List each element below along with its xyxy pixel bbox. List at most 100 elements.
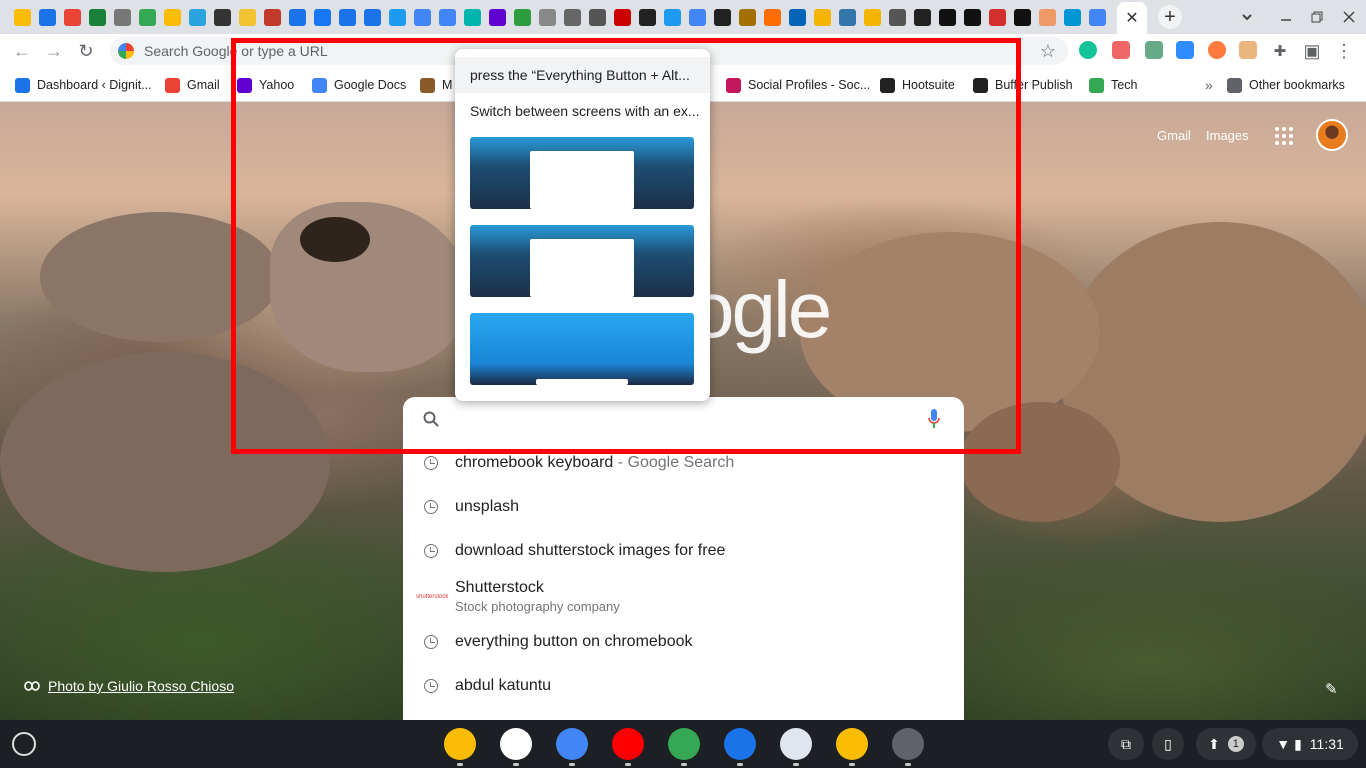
red-highlight-box bbox=[231, 38, 1021, 454]
bookmark-gmail[interactable]: Gmail bbox=[165, 68, 220, 102]
suggestion-item[interactable]: abdul katuntu bbox=[403, 664, 964, 708]
restore-button[interactable] bbox=[1305, 0, 1329, 34]
tab-icon-42[interactable] bbox=[1035, 0, 1060, 34]
docs-tab-icon[interactable] bbox=[35, 0, 60, 34]
telegram-tab-icon[interactable] bbox=[185, 0, 210, 34]
ta-tab-icon[interactable] bbox=[985, 0, 1010, 34]
google-tab-icon[interactable] bbox=[1085, 0, 1110, 34]
facebook-tab-icon[interactable] bbox=[310, 0, 335, 34]
tab-icon-14[interactable] bbox=[335, 0, 360, 34]
extension-icon[interactable] bbox=[1208, 41, 1226, 59]
settings-app-icon[interactable] bbox=[892, 728, 924, 760]
tab-icon-36[interactable] bbox=[885, 0, 910, 34]
tab-icon-24[interactable] bbox=[585, 0, 610, 34]
youtube-app-icon[interactable] bbox=[612, 728, 644, 760]
suggestion-item[interactable]: everything button on chromebook bbox=[403, 620, 964, 664]
active-tab-close-button[interactable]: ✕ bbox=[1117, 2, 1147, 34]
grammarly-extension-icon[interactable] bbox=[1079, 41, 1097, 59]
tab-search-button[interactable] bbox=[1234, 0, 1260, 34]
tab-icon-9[interactable] bbox=[210, 0, 235, 34]
chromeos-tab-icon[interactable] bbox=[10, 0, 35, 34]
gmail-tab-icon[interactable] bbox=[60, 0, 85, 34]
extensions-puzzle-icon[interactable]: ✚ bbox=[1268, 34, 1292, 68]
photo-credit[interactable]: Photo by Giulio Rosso Chioso bbox=[24, 678, 234, 694]
tab-icon-30[interactable] bbox=[735, 0, 760, 34]
chrome-app-icon[interactable] bbox=[444, 728, 476, 760]
tab-2-icon[interactable] bbox=[135, 0, 160, 34]
notification-tray[interactable]: ⬆ 1 bbox=[1196, 728, 1256, 760]
h-tab-icon[interactable] bbox=[635, 0, 660, 34]
google-apps-icon[interactable] bbox=[1275, 127, 1293, 145]
hp-tab-icon[interactable] bbox=[1060, 0, 1085, 34]
bookmarks-overflow-button[interactable]: » bbox=[1205, 68, 1213, 102]
customize-pencil-icon[interactable]: ✎ bbox=[1325, 680, 1338, 698]
we-tab-icon[interactable] bbox=[1010, 0, 1035, 34]
docs-tab-icon-4[interactable] bbox=[435, 0, 460, 34]
tab-icon-23[interactable] bbox=[560, 0, 585, 34]
holding-space-icon[interactable]: ⧉ bbox=[1108, 728, 1144, 760]
keep-app-icon[interactable] bbox=[836, 728, 868, 760]
status-area[interactable]: ▼ ▮ 11:31 bbox=[1262, 728, 1358, 760]
new-tab-button[interactable]: + bbox=[1158, 5, 1182, 29]
tab-icon-38[interactable] bbox=[935, 0, 960, 34]
ta-tab-icon-glyph bbox=[989, 8, 1006, 26]
tab-icon-29[interactable] bbox=[710, 0, 735, 34]
px-tab-icon[interactable] bbox=[510, 0, 535, 34]
outlook-tab-icon[interactable] bbox=[785, 0, 810, 34]
play-store-app-icon[interactable] bbox=[668, 728, 700, 760]
forward-button[interactable]: → bbox=[42, 34, 66, 68]
help-tab-icon[interactable] bbox=[610, 0, 635, 34]
slides-tab-icon-2[interactable] bbox=[860, 0, 885, 34]
tab-icon-34[interactable] bbox=[835, 0, 860, 34]
twitter-tab-icon[interactable] bbox=[385, 0, 410, 34]
tab-icon-22[interactable] bbox=[535, 0, 560, 34]
suggestion-item[interactable]: unsplash bbox=[403, 485, 964, 529]
suggestion-text: unsplash bbox=[455, 498, 520, 515]
k-tab-icon[interactable] bbox=[760, 0, 785, 34]
docs-tab-icon-5[interactable] bbox=[685, 0, 710, 34]
bookmark-dashboard[interactable]: Dashboard ‹ Dignit... bbox=[15, 68, 152, 102]
extension-icon[interactable] bbox=[1239, 41, 1257, 59]
gmail-bookmark-icon bbox=[165, 77, 180, 93]
suggestion-item[interactable]: download shutterstock images for free bbox=[403, 529, 964, 573]
launcher-button[interactable] bbox=[12, 732, 36, 756]
slides-tab-icon[interactable] bbox=[810, 0, 835, 34]
phone-hub-icon[interactable]: ▯ bbox=[1152, 728, 1184, 760]
calendar-tab-icon[interactable] bbox=[910, 0, 935, 34]
tab-icon-10[interactable] bbox=[235, 0, 260, 34]
suggestion-item-shutterstock[interactable]: shutterstock Shutterstock Stock photogra… bbox=[403, 573, 964, 621]
twitter-tab-icon-2[interactable] bbox=[660, 0, 685, 34]
bookmark-star-button[interactable]: ☆ bbox=[1036, 34, 1060, 68]
docs-tab-icon-2[interactable] bbox=[285, 0, 310, 34]
reload-button[interactable]: ↻ bbox=[74, 34, 98, 68]
tab-icon-15[interactable] bbox=[360, 0, 385, 34]
photo-credit-link[interactable]: Photo by Giulio Rosso Chioso bbox=[48, 678, 234, 694]
megaphone-extension-icon[interactable] bbox=[1112, 41, 1130, 59]
yahoo-mail-tab-icon[interactable] bbox=[485, 0, 510, 34]
tab-icon-19[interactable] bbox=[460, 0, 485, 34]
bookmark-tech[interactable]: Tech bbox=[1089, 68, 1137, 102]
htg-tab-icon[interactable] bbox=[960, 0, 985, 34]
tab-icon-11[interactable] bbox=[260, 0, 285, 34]
back-button[interactable]: ← bbox=[10, 34, 34, 68]
messages-app-icon[interactable] bbox=[724, 728, 756, 760]
slides-tab-icon-2-glyph bbox=[864, 8, 881, 26]
gmail-app-icon[interactable] bbox=[500, 728, 532, 760]
images-link[interactable]: Images bbox=[1206, 128, 1249, 143]
docs-app-icon[interactable] bbox=[556, 728, 588, 760]
side-panel-icon[interactable]: ▣ bbox=[1300, 34, 1324, 68]
sheets-tab-icon[interactable] bbox=[85, 0, 110, 34]
gmail-link[interactable]: Gmail bbox=[1157, 128, 1191, 143]
tab-icon-22-glyph bbox=[539, 8, 556, 26]
minimize-button[interactable] bbox=[1274, 0, 1298, 34]
account-avatar[interactable] bbox=[1316, 119, 1348, 151]
other-bookmarks-folder[interactable]: Other bookmarks bbox=[1227, 68, 1345, 102]
drive-tab-icon[interactable] bbox=[160, 0, 185, 34]
zoom-extension-icon[interactable] bbox=[1176, 41, 1194, 59]
pen-extension-icon[interactable] bbox=[1145, 41, 1163, 59]
chrome-menu-icon[interactable]: ⋮ bbox=[1332, 34, 1356, 68]
docs-tab-icon-3[interactable] bbox=[410, 0, 435, 34]
cart-tab-icon[interactable] bbox=[110, 0, 135, 34]
close-window-button[interactable] bbox=[1337, 0, 1361, 34]
tools-app-icon[interactable] bbox=[780, 728, 812, 760]
